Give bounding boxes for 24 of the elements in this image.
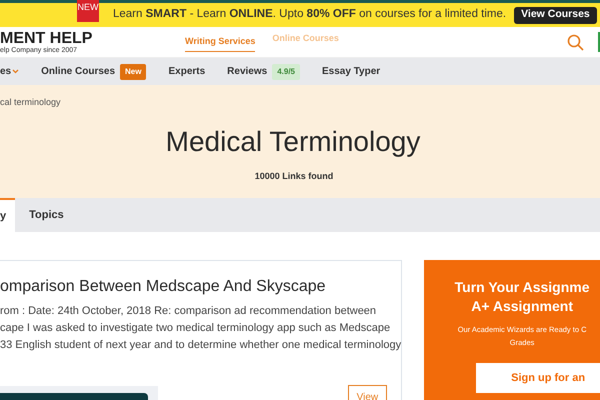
result-excerpt-line: cape I was asked to investigate two medical terminology app such as Medscape bbox=[0, 321, 392, 336]
page-title: Medical Terminology bbox=[166, 124, 420, 158]
nav-link[interactable]: es bbox=[0, 64, 12, 79]
content-tab[interactable]: y bbox=[0, 198, 16, 232]
result-title[interactable]: omparison Between Medscape And Skyscape bbox=[0, 275, 402, 299]
nav-link[interactable]: Essay Typer bbox=[322, 64, 380, 79]
nav-link[interactable]: Reviews bbox=[227, 64, 268, 79]
nav-link[interactable]: Online Courses bbox=[41, 64, 116, 79]
search-icon[interactable] bbox=[567, 34, 584, 50]
logo-title[interactable]: MENT HELP bbox=[0, 30, 185, 46]
promo-heading-line: A+ Assignment bbox=[471, 297, 573, 316]
content-tab[interactable]: Topics bbox=[15, 198, 78, 232]
promo-heading-line: Turn Your Assignme bbox=[454, 278, 590, 297]
new-badge: New bbox=[120, 64, 146, 80]
chevron-icon bbox=[12, 69, 20, 74]
breadcrumb-link[interactable]: cal terminology bbox=[0, 96, 61, 110]
promo-text: Learn SMART - Learn ONLINE. Upto 80% OFF on courses for a limited time. bbox=[113, 7, 506, 22]
result-excerpt-line: rom : Date: 24th October, 2018 Re: comparison ad recommendation between bbox=[0, 304, 378, 319]
rating-badge: 4.9/5 bbox=[272, 64, 300, 80]
new-badge: NEW bbox=[77, 0, 99, 22]
view-courses-button[interactable]: View Courses bbox=[514, 6, 597, 24]
nav-link[interactable]: Experts bbox=[168, 64, 206, 79]
results-count: 10000 Links found bbox=[254, 170, 334, 182]
result-excerpt-line: 33 English student of next year and to determine whether one medical terminology bbox=[0, 338, 402, 353]
